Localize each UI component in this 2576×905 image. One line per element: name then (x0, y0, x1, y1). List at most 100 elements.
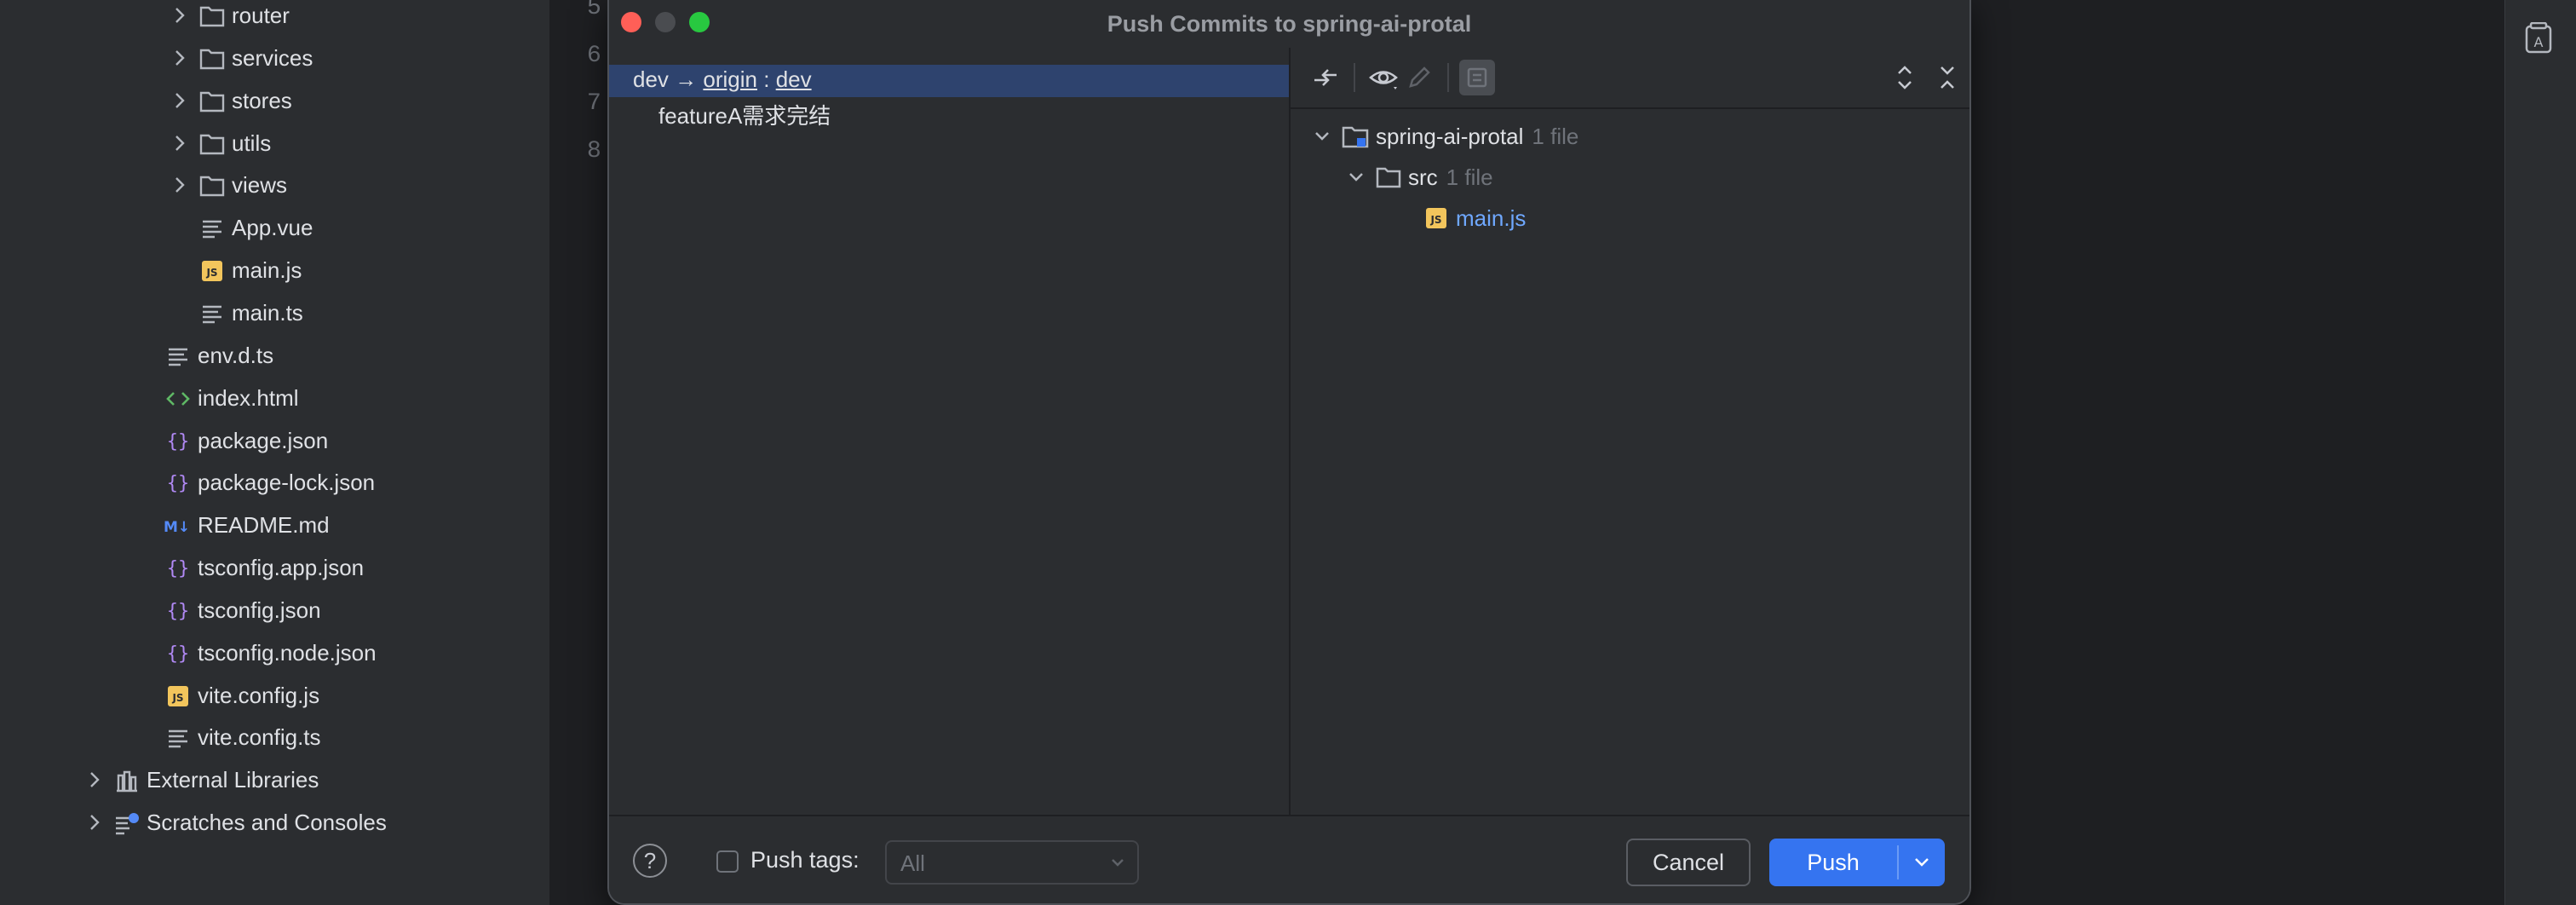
project-tree-label: vite.config.js (198, 682, 320, 708)
project-tree-item[interactable]: {} package.json (68, 423, 545, 460)
collapse-all-icon[interactable] (1929, 60, 1965, 95)
project-tree-item[interactable]: main.ts (68, 295, 545, 332)
branch-row[interactable]: dev → origin : dev (609, 65, 1289, 97)
chevron-down-icon[interactable] (1314, 131, 1333, 141)
push-button-group: Push (1769, 839, 1945, 886)
cancel-button[interactable]: Cancel (1626, 839, 1751, 886)
folder-icon (1376, 166, 1401, 188)
project-tree-item[interactable]: External Libraries (68, 762, 545, 799)
svg-text:{}: {} (167, 431, 190, 452)
project-tree-item[interactable]: utils (68, 125, 545, 163)
remote-branch-link[interactable]: dev (776, 66, 812, 92)
project-tree-item[interactable]: JS main.js (68, 252, 545, 290)
project-tree-item[interactable]: vite.config.ts (68, 719, 545, 757)
project-tree-item[interactable]: {} package-lock.json (68, 464, 545, 502)
text-file-icon (164, 723, 193, 752)
project-tree-item[interactable]: {} tsconfig.json (68, 592, 545, 630)
dialog-footer: ? Push tags: All Cancel Push (609, 815, 1969, 903)
folder-icon (198, 44, 227, 73)
chevron-down-icon[interactable] (1348, 172, 1367, 182)
changes-folder-node[interactable]: src 1 file (1348, 159, 1493, 196)
project-tree-item[interactable]: App.vue (68, 210, 545, 247)
folder-icon (198, 130, 227, 159)
changes-root-label: spring-ai-protal (1376, 123, 1524, 149)
view-options-eye-icon[interactable] (1366, 60, 1401, 95)
svg-text:A: A (2534, 34, 2544, 50)
push-commits-dialog: Push Commits to spring-ai-protal dev → o… (607, 0, 1971, 905)
js-file-icon: JS (198, 257, 227, 285)
changes-root-node[interactable]: spring-ai-protal 1 file (1314, 118, 1578, 155)
chevron-right-icon[interactable] (170, 49, 189, 72)
project-tree-item[interactable]: {} tsconfig.app.json (68, 550, 545, 587)
project-tree-label: views (232, 172, 288, 199)
svg-text:M↓: M↓ (164, 519, 190, 536)
changes-file-node[interactable]: JS main.js (1425, 199, 1526, 237)
chevron-right-icon[interactable] (170, 91, 189, 115)
json-file-icon: {} (164, 469, 193, 498)
push-options-dropdown[interactable] (1899, 839, 1945, 886)
right-tool-strip: A (2504, 0, 2576, 905)
ai-assistant-icon[interactable]: A (2524, 21, 2553, 55)
project-tree-item[interactable]: JS vite.config.js (68, 677, 545, 715)
chevron-right-icon[interactable] (85, 770, 104, 794)
scratches-icon (112, 809, 141, 838)
markdown-file-icon: M↓ (164, 511, 193, 540)
project-tree-label: stores (232, 87, 292, 113)
chevron-right-icon[interactable] (170, 176, 189, 199)
dialog-title: Push Commits to spring-ai-protal (1107, 11, 1472, 37)
project-tree-item[interactable]: index.html (68, 380, 545, 418)
project-tree-label: Scratches and Consoles (147, 810, 387, 836)
project-panel: router services stores utils views App.vue JS m… (68, 0, 549, 905)
project-tree-item[interactable]: Scratches and Consoles (68, 804, 545, 842)
project-tree-label: main.js (232, 257, 302, 284)
push-button[interactable]: Push (1769, 839, 1897, 886)
folder-icon (198, 87, 227, 116)
line-number: 8 (587, 138, 601, 164)
svg-text:JS: JS (205, 267, 217, 279)
expand-all-icon[interactable] (1887, 60, 1923, 95)
project-tree-item[interactable]: views (68, 167, 545, 205)
line-number: 7 (587, 90, 601, 117)
project-tree-label: tsconfig.json (198, 597, 321, 623)
project-tree-label: utils (232, 130, 272, 156)
remote-link[interactable]: origin (703, 66, 757, 92)
chevron-down-icon (1110, 852, 1125, 877)
project-tree-label: index.html (198, 384, 299, 411)
local-branch-label: dev → origin : dev (633, 66, 812, 92)
project-tree-item[interactable]: env.d.ts (68, 337, 545, 375)
project-tree-label: vite.config.ts (198, 724, 321, 751)
chevron-right-icon[interactable] (170, 6, 189, 30)
edit-source-icon (1401, 60, 1437, 95)
push-tags-checkbox[interactable] (716, 850, 739, 873)
project-tree-item[interactable]: M↓ README.md (68, 507, 545, 545)
show-diff-icon[interactable] (1308, 60, 1343, 95)
project-tree-item[interactable]: stores (68, 83, 545, 120)
js-file-icon: JS (164, 682, 193, 711)
json-file-icon: {} (164, 427, 193, 456)
project-tree-label: External Libraries (147, 767, 319, 793)
group-by-icon[interactable] (1459, 60, 1495, 95)
project-tree-item[interactable]: services (68, 40, 545, 78)
svg-text:JS: JS (171, 692, 183, 704)
help-button[interactable]: ? (633, 844, 667, 878)
text-file-icon (198, 214, 227, 243)
changes-file-label: main.js (1456, 205, 1527, 231)
chevron-right-icon[interactable] (170, 134, 189, 158)
commit-message[interactable]: featureA需求完结 (658, 99, 831, 130)
push-tags-select: All (885, 840, 1139, 885)
project-tree-label: router (232, 3, 290, 28)
module-folder-icon (1342, 124, 1369, 148)
project-tree-label: package.json (198, 427, 329, 453)
changes-toolbar (1291, 48, 1969, 109)
project-tree-label: package-lock.json (198, 470, 376, 496)
chevron-right-icon[interactable] (85, 813, 104, 837)
text-file-icon (198, 299, 227, 328)
project-tree-item[interactable]: router (68, 0, 545, 35)
project-tree-label: main.ts (232, 299, 303, 326)
json-file-icon: {} (164, 554, 193, 583)
dialog-titlebar: Push Commits to spring-ai-protal (609, 0, 1969, 48)
project-tree-label: README.md (198, 512, 330, 539)
project-tree-item[interactable]: {} tsconfig.node.json (68, 635, 545, 672)
changes-folder-count: 1 file (1446, 164, 1493, 190)
project-tree-label: tsconfig.app.json (198, 555, 365, 581)
